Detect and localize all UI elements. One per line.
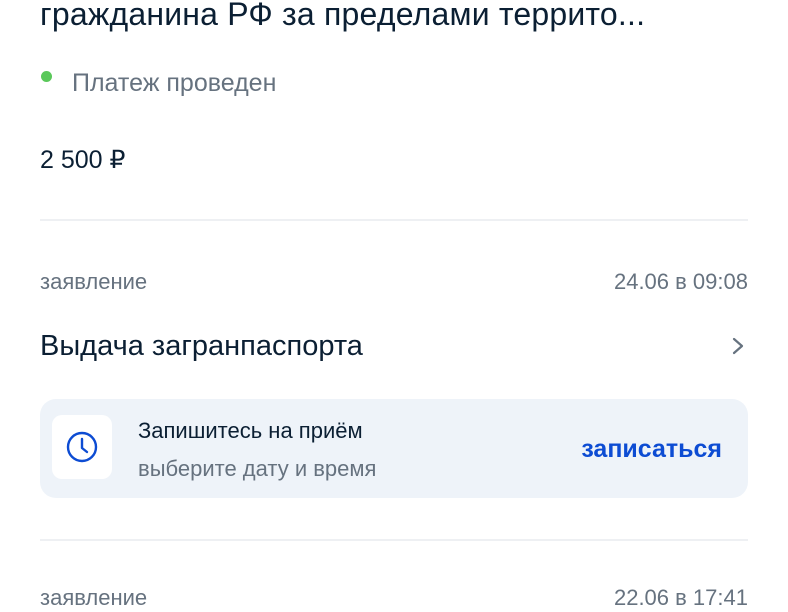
clock-icon [66, 431, 98, 463]
appointment-title: Запишитесь на приём [138, 418, 363, 443]
book-appointment-button[interactable]: записаться [581, 433, 722, 465]
appointment-subtitle: выберите дату и время [138, 456, 377, 481]
payment-status: Платеж проведен [72, 69, 277, 97]
application-date: 22.06 в 17:41 [613, 585, 748, 610]
service-name: Выдача загранпаспорта [40, 330, 363, 362]
application-kind: заявление [40, 585, 148, 610]
clock-icon-box [52, 415, 112, 479]
chevron-right-icon [732, 337, 744, 355]
service-row-passport[interactable]: Выдача загранпаспорта [40, 322, 748, 370]
page-title: гражданина РФ за пределами террито... [40, 0, 646, 32]
status-dot-icon [41, 71, 52, 82]
divider [40, 539, 748, 541]
appointment-card: Запишитесь на приём выберите дату и врем… [40, 399, 748, 498]
application-kind: заявление [40, 269, 148, 294]
divider [40, 219, 748, 221]
payment-amount: 2 500 ₽ [40, 146, 126, 174]
application-date: 24.06 в 09:08 [613, 269, 748, 294]
